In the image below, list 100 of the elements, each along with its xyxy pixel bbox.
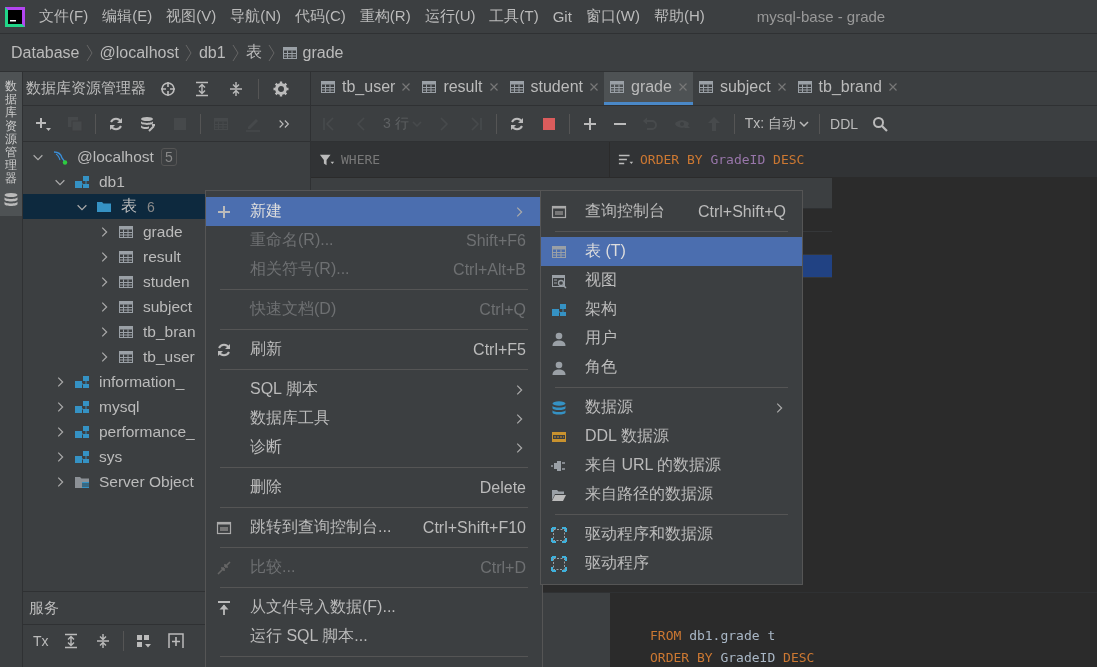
- table-icon: [118, 273, 134, 290]
- menu-item[interactable]: 角色: [541, 353, 802, 382]
- shortcut-label: Delete: [479, 478, 526, 497]
- shortcut-label: Ctrl+Shift+F10: [422, 518, 526, 537]
- editor-tab[interactable]: result: [416, 72, 504, 105]
- table-icon: [697, 79, 714, 95]
- expand-all-icon: [62, 633, 79, 649]
- search-icon: [872, 115, 889, 132]
- tree-item[interactable]: @localhost 5: [23, 144, 310, 169]
- menu-item[interactable]: SQL 脚本: [206, 375, 542, 404]
- menu-item[interactable]: 驱动程序: [541, 549, 802, 578]
- breadcrumb-item[interactable]: @localhost: [99, 43, 179, 62]
- menu-item[interactable]: 运行 SQL 脚本...: [206, 622, 542, 651]
- shortcut-label: Ctrl+F5: [473, 340, 526, 359]
- editor-tab[interactable]: grade: [604, 72, 693, 105]
- menu-item[interactable]: 用户: [541, 324, 802, 353]
- refresh-icon: [508, 115, 525, 132]
- menu-item[interactable]: 架构: [541, 295, 802, 324]
- shortcut-label: Ctrl+Shift+Q: [697, 202, 786, 221]
- menu-item[interactable]: 文件(F): [39, 7, 89, 26]
- app-logo-icon: [5, 6, 25, 27]
- table-icon: [320, 79, 336, 95]
- menu-item[interactable]: 数据库工具: [206, 404, 542, 433]
- where-field[interactable]: WHERE: [341, 152, 541, 167]
- close-icon: [488, 82, 499, 92]
- breadcrumb-item[interactable]: Database: [11, 43, 80, 62]
- refresh-icon: [216, 341, 232, 358]
- menu-item[interactable]: 帮助(H): [653, 7, 705, 26]
- collapse-all-icon: [228, 80, 244, 97]
- close-icon: [887, 82, 898, 92]
- plus-icon: [581, 115, 598, 132]
- tree-item[interactable]: db1: [23, 169, 310, 194]
- menu-item[interactable]: 数据源: [541, 393, 802, 422]
- schema-icon: [74, 423, 90, 440]
- database-icon: [551, 399, 567, 416]
- schema-icon: [74, 448, 90, 465]
- chevron-icon: [184, 42, 193, 63]
- target-icon: [160, 80, 176, 97]
- database-wrench-icon: [140, 115, 156, 132]
- menu-item[interactable]: 视图: [541, 266, 802, 295]
- panel-title: 数据库资源管理器: [26, 79, 146, 98]
- menu-item[interactable]: 视图(V): [166, 7, 217, 26]
- breadcrumb-item[interactable]: grade: [281, 43, 344, 62]
- caret-icon: [799, 118, 810, 129]
- code-line: FROM db1.grade t: [650, 627, 777, 645]
- editor-tab[interactable]: subject: [692, 72, 792, 105]
- connection-icon: [52, 148, 68, 165]
- menu-item[interactable]: 表 (T): [541, 237, 802, 266]
- menu-item[interactable]: 重构(R): [359, 7, 411, 26]
- add-icon: [35, 115, 51, 132]
- editor-tab[interactable]: tb_user: [315, 72, 417, 105]
- transaction-button[interactable]: Tx: [27, 629, 55, 653]
- console-icon: [551, 203, 567, 220]
- tool-window-button[interactable]: 数据库资源管理器: [0, 72, 22, 216]
- menu-item[interactable]: 窗口(W): [585, 7, 640, 26]
- schema-icon: [74, 173, 90, 190]
- menu-item[interactable]: 刷新 Ctrl+F5: [206, 335, 542, 364]
- panel-title: 服务: [29, 598, 59, 618]
- menu-item[interactable]: 驱动程序和数据源: [541, 520, 802, 549]
- schema-icon: [551, 301, 567, 318]
- editor-tab[interactable]: student: [503, 72, 604, 105]
- table-icon: [118, 323, 134, 340]
- menu-item[interactable]: 查询控制台 Ctrl+Shift+Q: [541, 197, 802, 226]
- order-by-field[interactable]: ORDER BY GradeID DESC: [610, 142, 805, 177]
- chevron-icon: [267, 42, 276, 63]
- table-icon: [118, 348, 134, 365]
- menu-item[interactable]: 来自路径的数据源: [541, 480, 802, 509]
- menu-item[interactable]: Git: [552, 8, 572, 25]
- code-line: ORDER BY GradeID DESC: [650, 649, 816, 667]
- menu-item[interactable]: 来自 URL 的数据源: [541, 451, 802, 480]
- breadcrumb-item[interactable]: 表: [245, 42, 262, 63]
- editor-tab[interactable]: tb_brand: [791, 72, 903, 105]
- table-icon: [421, 79, 438, 95]
- expand-all-icon: [194, 80, 210, 97]
- breadcrumb-item[interactable]: db1: [198, 43, 226, 62]
- menu-item[interactable]: 新建: [206, 197, 542, 226]
- table-icon: [118, 223, 134, 240]
- upload-icon: [216, 599, 232, 616]
- table-icon: [609, 79, 625, 95]
- window-title: mysql-base - grade: [756, 8, 886, 25]
- menu-item[interactable]: 工具(T): [489, 7, 539, 26]
- menu-item[interactable]: 从文件导入数据(F)...: [206, 593, 542, 622]
- schema-icon: [74, 398, 90, 415]
- menu-item[interactable]: 代码(C): [295, 7, 346, 26]
- menu-item[interactable]: 删除 Delete: [206, 473, 542, 502]
- item-count: 5: [160, 147, 177, 166]
- table-icon: [508, 79, 525, 95]
- menu-item[interactable]: 导航(N): [230, 7, 281, 26]
- menu-item[interactable]: 诊断: [206, 433, 542, 462]
- table-icon: [796, 79, 813, 95]
- ddl-button[interactable]: DDL: [824, 111, 865, 136]
- menu-item[interactable]: 运行(U): [424, 7, 476, 26]
- group-icon: [135, 633, 152, 649]
- close-icon: [776, 82, 787, 92]
- driver-icon: [551, 555, 567, 572]
- menu-item[interactable]: DDL 数据源: [541, 422, 802, 451]
- menu-item[interactable]: 跳转到查询控制台... Ctrl+Shift+F10: [206, 513, 542, 542]
- transaction-mode-dropdown[interactable]: Tx: 自动: [738, 110, 816, 137]
- menu-item[interactable]: 编辑(E): [102, 7, 153, 26]
- table-search-icon: [551, 272, 567, 289]
